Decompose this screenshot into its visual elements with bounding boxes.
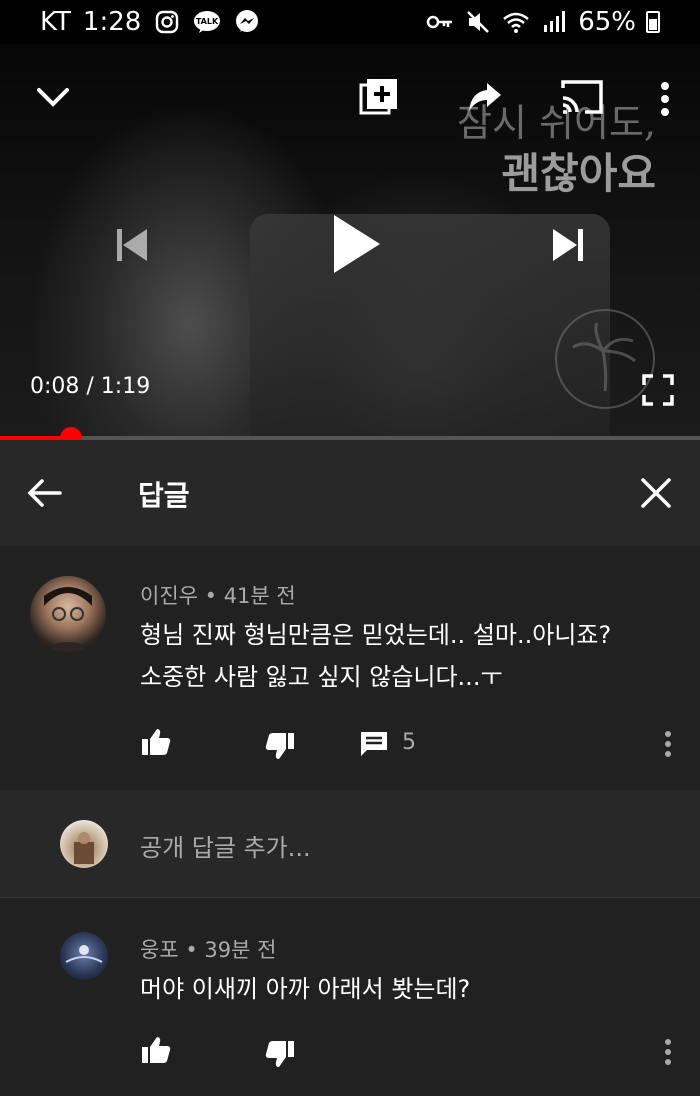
status-bar: KT 1:28 TALK 65%	[0, 0, 700, 44]
messenger-icon	[233, 8, 261, 36]
avatar	[60, 820, 108, 868]
add-to-playlist-icon[interactable]	[354, 72, 404, 122]
carrier-label: KT	[40, 7, 71, 37]
thumbs-down-icon[interactable]	[262, 1036, 298, 1072]
share-icon[interactable]	[460, 74, 510, 124]
reply-panel-title: 답글	[138, 479, 190, 512]
add-reply-input[interactable]: 공개 답글 추가...	[140, 828, 311, 863]
cast-icon[interactable]	[555, 72, 609, 122]
reply-comment: 웅포 • 39분 전 머야 이새끼 아까 아래서 봣는데?	[0, 898, 700, 1096]
next-icon[interactable]	[542, 218, 596, 272]
add-reply-bar[interactable]: 공개 답글 추가...	[0, 790, 700, 898]
reply-count[interactable]: 5	[402, 730, 416, 755]
reply-comment-icon[interactable]	[356, 726, 392, 762]
battery-icon	[646, 11, 660, 33]
play-icon[interactable]	[318, 206, 394, 282]
thumbs-up-icon[interactable]	[138, 724, 174, 760]
back-arrow-icon[interactable]	[24, 473, 64, 513]
thumbs-up-icon[interactable]	[138, 1032, 174, 1068]
comment-text: 형님 진짜 형님만큼은 믿었는데.. 설마..아니죠? 소중한 사람 잃고 싶지…	[140, 614, 611, 698]
svg-text:TALK: TALK	[196, 17, 219, 26]
more-options-icon[interactable]	[656, 724, 680, 764]
avatar[interactable]	[30, 576, 106, 652]
overlay-line-2: 괜찮아요	[501, 148, 656, 198]
mute-icon	[464, 8, 492, 36]
video-player[interactable]: 잠시 쉬어도, 괜찮아요 0:08 / 1:19	[0, 44, 700, 440]
comment-text-line: 머야 이새끼 아까 아래서 봣는데?	[140, 975, 471, 1003]
fullscreen-icon[interactable]	[638, 370, 678, 410]
wifi-icon	[502, 8, 530, 36]
thumbs-down-icon[interactable]	[262, 728, 298, 764]
avatar[interactable]	[60, 932, 108, 980]
kakaotalk-icon: TALK	[193, 8, 221, 36]
key-icon	[426, 8, 454, 36]
comment-meta: 웅포 • 39분 전	[140, 938, 277, 962]
comment-text-line: 형님 진짜 형님만큼은 믿었는데.. 설마..아니죠?	[140, 621, 612, 649]
comment-text-line: 소중한 사람 잃고 싶지 않습니다...ㅜ	[140, 663, 503, 691]
clock: 1:28	[82, 7, 142, 37]
progress-scrubber[interactable]	[59, 427, 82, 440]
signal-icon	[540, 8, 568, 36]
collapse-icon[interactable]	[28, 72, 78, 122]
instagram-icon	[153, 8, 181, 36]
parent-comment: 이진우 • 41분 전 형님 진짜 형님만큼은 믿었는데.. 설마..아니죠? …	[0, 546, 700, 790]
more-options-icon[interactable]	[656, 1032, 680, 1072]
time-display: 0:08 / 1:19	[30, 374, 151, 399]
more-icon[interactable]	[650, 74, 680, 124]
battery-percent: 65%	[578, 7, 636, 37]
previous-icon[interactable]	[104, 218, 158, 272]
comment-meta: 이진우 • 41분 전	[140, 584, 296, 608]
close-icon[interactable]	[636, 473, 676, 513]
comment-text: 머야 이새끼 아까 아래서 봣는데?	[140, 968, 470, 1010]
reply-panel-header: 답글	[0, 440, 700, 546]
